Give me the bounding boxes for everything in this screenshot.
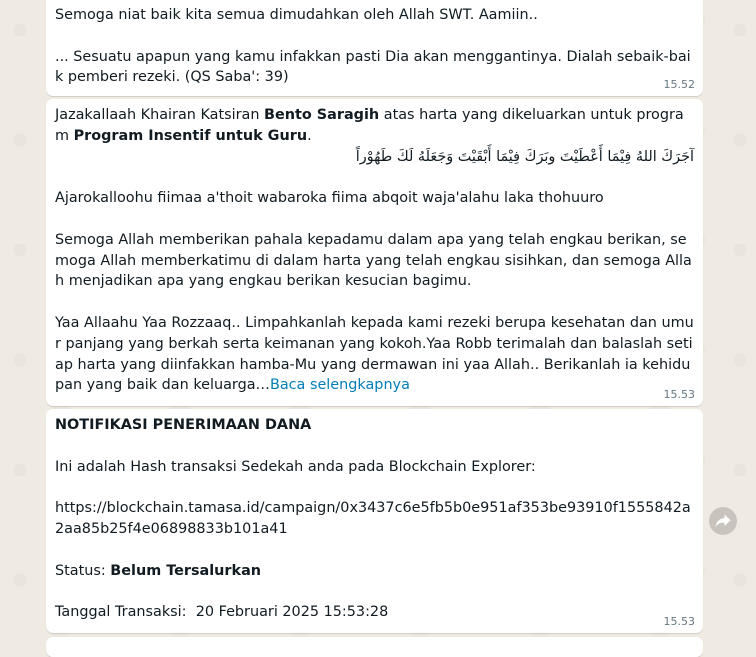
date-label: Tanggal Transaksi: xyxy=(55,604,196,621)
status-label: Status: xyxy=(55,562,111,579)
forward-arrow-icon xyxy=(715,514,731,527)
message-bubble[interactable] xyxy=(46,637,703,657)
blockchain-url[interactable]: https://blockchain.tamasa.id/campaign/0x… xyxy=(55,498,694,540)
message-text: Semoga niat baik kita semua dimudahkan o… xyxy=(55,7,538,23)
message-time: 15.53 xyxy=(663,388,696,401)
arabic-prayer: آجَرَكَ اللهُ فِيْمَا أَعْطَيْتَ وبَرَكَ… xyxy=(355,148,694,165)
date-value: 20 Februari 2025 15:53:28 xyxy=(195,604,389,621)
intro-prefix: Jazakallaah Khairan Katsiran xyxy=(55,107,265,123)
message-bubble[interactable]: Semoga niat baik kita semua dimudahkan o… xyxy=(46,0,703,96)
intro-suffix: . xyxy=(307,127,312,144)
message-bubble[interactable]: NOTIFIKASI PENERIMAAN DANA Ini adalah Ha… xyxy=(46,409,703,633)
status-value: Belum Tersalurkan xyxy=(110,562,262,579)
message-intro: Jazakallaah Khairan Katsiran Bento Sarag… xyxy=(55,105,694,147)
hash-intro: Ini adalah Hash transaksi Sedekah anda p… xyxy=(55,458,536,475)
status-line: Status: Belum Tersalurkan xyxy=(55,561,694,582)
transliteration-text: Ajarokalloohu fiimaa a'thoit wabaroka fi… xyxy=(55,190,604,207)
message-text: ... Sesuatu apapun yang kamu infakkan pa… xyxy=(55,48,691,86)
forward-button[interactable] xyxy=(709,507,737,535)
read-more-link[interactable]: Baca selengkapnya xyxy=(270,377,410,393)
program-name: Program Insentif untuk Guru xyxy=(73,127,308,144)
donor-name: Bento Saragih xyxy=(264,107,380,123)
message-bubble[interactable]: Jazakallaah Khairan Katsiran Bento Sarag… xyxy=(46,99,703,406)
doa-text: Yaa Allaahu Yaa Rozzaaq.. Limpahkanlah k… xyxy=(55,313,694,396)
date-line: Tanggal Transaksi: 20 Februari 2025 15:5… xyxy=(55,602,694,623)
message-time: 15.53 xyxy=(663,615,696,628)
notification-title: NOTIFIKASI PENERIMAAN DANA xyxy=(55,417,312,433)
prayer-translation: Semoga Allah memberikan pahala kepadamu … xyxy=(55,231,692,290)
message-time: 15.52 xyxy=(663,78,696,91)
